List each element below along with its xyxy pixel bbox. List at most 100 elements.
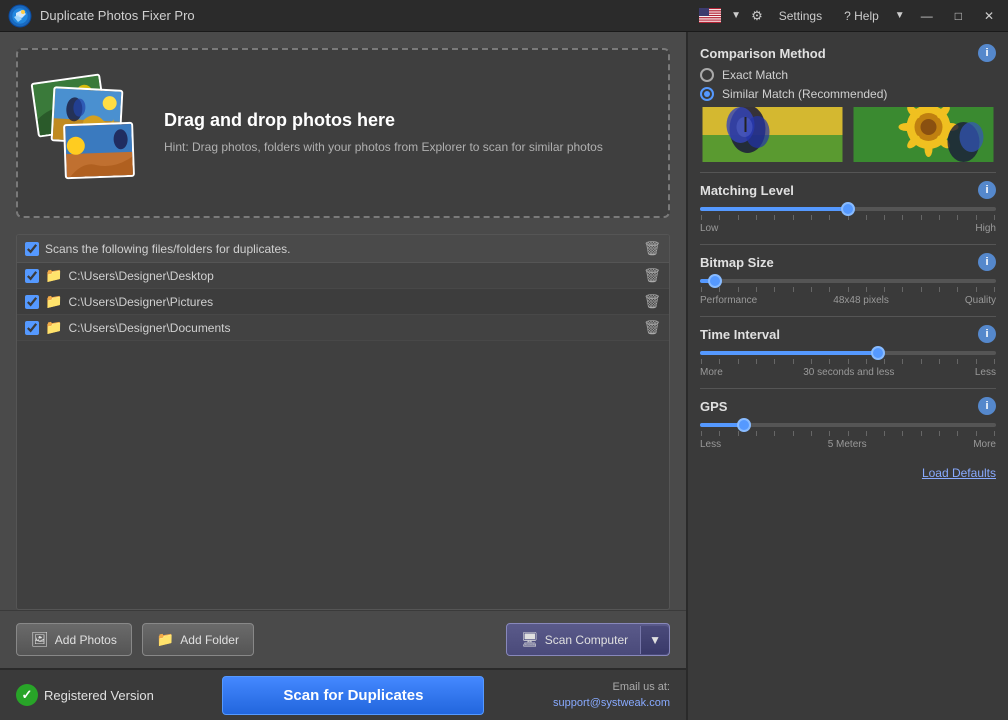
monitor-icon: 🖥 (521, 631, 539, 648)
delete-icon-1[interactable]: 🗑 (643, 267, 661, 284)
gps-info-icon[interactable]: i (978, 397, 996, 415)
title-left: Duplicate Photos Fixer Pro (8, 4, 195, 28)
main-container: Drag and drop photos here Hint: Drag pho… (0, 32, 1008, 720)
time-interval-track[interactable] (700, 351, 996, 355)
delete-icon-2[interactable]: 🗑 (643, 293, 661, 310)
bitmap-size-ticks (700, 287, 996, 292)
gps-title: GPS (700, 399, 727, 414)
email-label: Email us at: (553, 679, 670, 696)
folder-icon-3: 📁 (45, 319, 62, 336)
action-bar: 🖼 Add Photos 📁 Add Folder 🖥 Scan Compute… (0, 610, 686, 668)
title-bar: Duplicate Photos Fixer Pro ▼ ⚙ Settings … (0, 0, 1008, 32)
close-button[interactable]: ✕ (978, 7, 1000, 25)
gps-value-label: 5 Meters (828, 439, 867, 450)
file-list-header-text: Scans the following files/folders for du… (45, 242, 637, 256)
exact-match-label: Exact Match (722, 68, 788, 82)
preview-sunflower (851, 107, 996, 162)
check-circle-icon: ✓ (16, 684, 38, 706)
gps-header: GPS i (700, 397, 996, 415)
scan-duplicates-button[interactable]: Scan for Duplicates (222, 676, 484, 715)
settings-icon[interactable]: ⚙ (751, 8, 763, 24)
flag-icon[interactable] (699, 8, 721, 23)
bitmap-quality-label: Quality (965, 295, 996, 306)
drop-zone[interactable]: Drag and drop photos here Hint: Drag pho… (16, 48, 670, 218)
bitmap-performance-label: Performance (700, 295, 757, 306)
time-interval-labels: More 30 seconds and less Less (700, 367, 996, 378)
similar-match-radio[interactable] (700, 87, 714, 101)
photo-card-3 (63, 122, 135, 179)
file-checkbox-1[interactable] (25, 269, 39, 283)
file-checkbox-3[interactable] (25, 321, 39, 335)
drop-heading: Drag and drop photos here (164, 110, 603, 131)
file-row: 📁 C:\Users\Designer\Desktop 🗑 (17, 263, 669, 289)
delete-all-icon[interactable]: 🗑 (643, 240, 661, 257)
matching-level-track[interactable] (700, 207, 996, 211)
file-checkbox-2[interactable] (25, 295, 39, 309)
time-interval-thumb[interactable] (871, 346, 885, 360)
bitmap-size-value: 48x48 pixels (833, 295, 889, 306)
bitmap-size-labels: Performance 48x48 pixels Quality (700, 295, 996, 306)
time-interval-section: Time Interval i More 30 seconds and less… (700, 316, 996, 378)
add-folder-label: Add Folder (180, 633, 239, 647)
scan-computer-dropdown-arrow[interactable]: ▼ (640, 626, 669, 654)
gps-track[interactable] (700, 423, 996, 427)
bitmap-size-info-icon[interactable]: i (978, 253, 996, 271)
bitmap-size-thumb[interactable] (708, 274, 722, 288)
time-less-label: Less (975, 367, 996, 378)
time-interval-title: Time Interval (700, 327, 780, 342)
add-photos-icon: 🖼 (31, 631, 49, 648)
add-photos-button[interactable]: 🖼 Add Photos (16, 623, 132, 656)
help-menu[interactable]: ? Help (838, 7, 885, 25)
dropdown-arrow-help[interactable]: ▼ (895, 10, 905, 21)
select-all-checkbox[interactable] (25, 242, 39, 256)
similar-match-option[interactable]: Similar Match (Recommended) (700, 87, 996, 101)
load-defaults-button[interactable]: Load Defaults (700, 466, 996, 480)
settings-menu[interactable]: Settings (773, 7, 828, 25)
comparison-method-title: Comparison Method (700, 46, 826, 61)
comparison-method-header: Comparison Method i (700, 44, 996, 62)
right-panel: Comparison Method i Exact Match Similar … (688, 32, 1008, 720)
photos-icon-group (34, 68, 144, 198)
dropdown-arrow-flag[interactable]: ▼ (731, 10, 741, 21)
gps-labels: Less 5 Meters More (700, 439, 996, 450)
bottom-bar: ✓ Registered Version Scan for Duplicates… (0, 668, 686, 720)
drop-hint: Hint: Drag photos, folders with your pho… (164, 139, 603, 156)
photo-previews (700, 107, 996, 162)
add-folder-icon: 📁 (157, 631, 174, 648)
matching-level-high: High (975, 223, 996, 234)
gps-thumb[interactable] (737, 418, 751, 432)
matching-level-thumb[interactable] (841, 202, 855, 216)
scan-computer-label: Scan Computer (545, 633, 628, 647)
similar-match-label: Similar Match (Recommended) (722, 87, 887, 101)
add-photos-label: Add Photos (55, 633, 117, 647)
add-folder-button[interactable]: 📁 Add Folder (142, 623, 254, 656)
matching-level-low: Low (700, 223, 718, 234)
matching-level-labels: Low High (700, 223, 996, 234)
time-interval-info-icon[interactable]: i (978, 325, 996, 343)
minimize-button[interactable]: — (915, 7, 939, 25)
maximize-button[interactable]: □ (949, 7, 968, 25)
scan-computer-button[interactable]: 🖥 Scan Computer ▼ (506, 623, 670, 656)
matching-level-info-icon[interactable]: i (978, 181, 996, 199)
bitmap-size-section: Bitmap Size i Performance 48x48 pixels Q… (700, 244, 996, 306)
time-more-label: More (700, 367, 723, 378)
delete-icon-3[interactable]: 🗑 (643, 319, 661, 336)
bitmap-size-track[interactable] (700, 279, 996, 283)
title-controls: ▼ ⚙ Settings ? Help ▼ — □ ✕ (699, 7, 1000, 25)
time-interval-header: Time Interval i (700, 325, 996, 343)
bitmap-size-title: Bitmap Size (700, 255, 774, 270)
exact-match-option[interactable]: Exact Match (700, 68, 996, 82)
matching-level-title: Matching Level (700, 183, 794, 198)
time-value-label: 30 seconds and less (803, 367, 894, 378)
left-panel: Drag and drop photos here Hint: Drag pho… (0, 32, 688, 720)
matching-level-section: Matching Level i Low High (700, 172, 996, 234)
comparison-method-info-icon[interactable]: i (978, 44, 996, 62)
gps-more-label: More (973, 439, 996, 450)
exact-match-radio[interactable] (700, 68, 714, 82)
file-path-2: C:\Users\Designer\Pictures (68, 295, 637, 309)
file-list-container: Scans the following files/folders for du… (16, 234, 670, 610)
bitmap-size-header: Bitmap Size i (700, 253, 996, 271)
drop-text: Drag and drop photos here Hint: Drag pho… (164, 110, 603, 156)
registered-badge: ✓ Registered Version (16, 684, 154, 706)
email-address[interactable]: support@systweak.com (553, 695, 670, 712)
